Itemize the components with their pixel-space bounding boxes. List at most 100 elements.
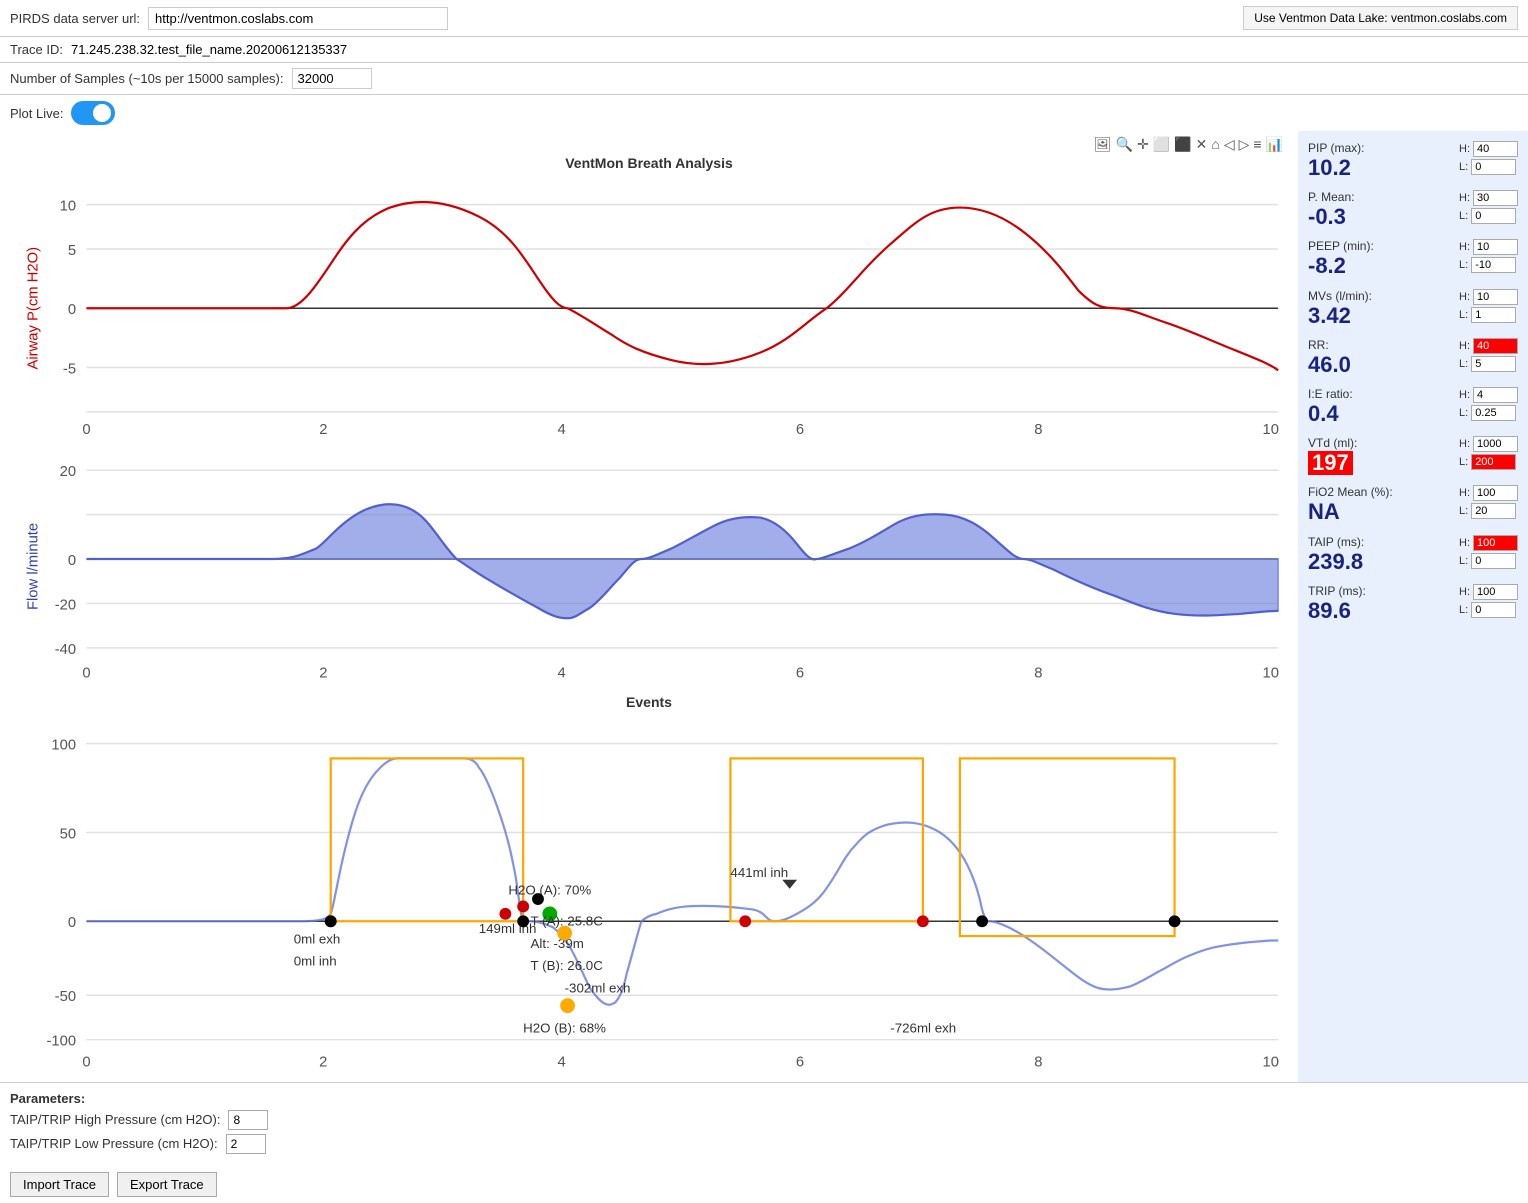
svg-text:8: 8 <box>1034 1055 1042 1070</box>
metric-label-6: VTd (ml): <box>1308 436 1357 450</box>
metric-label-1: P. Mean: <box>1308 190 1354 204</box>
metric-controls-5: H: L: <box>1459 387 1518 421</box>
metric-h-row-4: H: <box>1459 338 1518 354</box>
metric-h-input-7[interactable] <box>1473 485 1518 501</box>
metric-h-input-1[interactable] <box>1473 190 1518 206</box>
svg-text:6: 6 <box>796 1055 804 1070</box>
svg-text:4: 4 <box>558 1055 566 1070</box>
metric-h-label-7: H: <box>1459 487 1470 499</box>
camera-icon[interactable]: 🖼 <box>1094 136 1112 153</box>
metric-l-input-6[interactable] <box>1471 454 1516 470</box>
home-icon[interactable]: ⌂ <box>1211 136 1219 153</box>
svg-text:4: 4 <box>558 666 566 682</box>
plot-live-toggle[interactable] <box>71 101 115 125</box>
metric-l-input-1[interactable] <box>1471 208 1516 224</box>
low-pressure-input[interactable] <box>226 1134 266 1154</box>
metric-l-row-8: L: <box>1459 553 1518 569</box>
metric-h-input-5[interactable] <box>1473 387 1518 403</box>
svg-text:6: 6 <box>796 666 804 682</box>
svg-text:0: 0 <box>68 302 76 318</box>
bar-chart-icon[interactable]: 📊 <box>1266 136 1283 153</box>
metric-value-6: 197 <box>1308 451 1353 475</box>
metric-l-input-7[interactable] <box>1471 503 1516 519</box>
metric-l-label-2: L: <box>1459 259 1468 271</box>
metric-controls-1: H: L: <box>1459 190 1518 224</box>
metric-item-0: PIP (max):10.2H:L: <box>1308 141 1518 180</box>
metric-h-input-0[interactable] <box>1473 141 1518 157</box>
svg-text:-20: -20 <box>55 598 76 614</box>
metric-l-row-6: L: <box>1459 454 1518 470</box>
metric-l-row-5: L: <box>1459 405 1518 421</box>
svg-text:0: 0 <box>68 553 76 569</box>
metric-item-1: P. Mean:-0.3H:L: <box>1308 190 1518 229</box>
trace-label: Trace ID: <box>10 42 63 57</box>
metric-l-input-8[interactable] <box>1471 553 1516 569</box>
metric-l-row-1: L: <box>1459 208 1518 224</box>
plus-icon[interactable]: ✛ <box>1137 136 1149 153</box>
chart-title: VentMon Breath Analysis <box>5 155 1293 171</box>
metric-l-row-7: L: <box>1459 503 1518 519</box>
back-icon[interactable]: ◁ <box>1224 136 1235 153</box>
metric-l-label-8: L: <box>1459 555 1468 567</box>
data-lake-button[interactable]: Use Ventmon Data Lake: ventmon.coslabs.c… <box>1243 6 1518 30</box>
metric-value-2: -8.2 <box>1308 254 1374 278</box>
trace-id-input[interactable] <box>71 42 1518 57</box>
server-label: PIRDS data server url: <box>10 11 140 26</box>
pressure-chart-container: Airway P(cm H2O) 10 5 0 -5 0 2 4 6 8 10 <box>5 175 1293 444</box>
metric-h-input-4[interactable] <box>1473 338 1518 354</box>
metric-h-row-2: H: <box>1459 239 1518 255</box>
metric-h-input-2[interactable] <box>1473 239 1518 255</box>
metric-value-8: 239.8 <box>1308 550 1364 574</box>
svg-text:0: 0 <box>68 916 76 932</box>
low-pressure-row: TAIP/TRIP Low Pressure (cm H2O): <box>10 1134 1518 1154</box>
metric-l-input-4[interactable] <box>1471 356 1516 372</box>
pressure-chart: Airway P(cm H2O) 10 5 0 -5 0 2 4 6 8 10 <box>5 175 1293 441</box>
svg-text:0: 0 <box>82 666 90 682</box>
metric-h-label-4: H: <box>1459 340 1470 352</box>
samples-input[interactable] <box>292 68 372 89</box>
metric-item-7: FiO2 Mean (%):NAH:L: <box>1308 485 1518 524</box>
metric-l-label-3: L: <box>1459 309 1468 321</box>
metric-h-label-9: H: <box>1459 586 1470 598</box>
export-trace-button[interactable]: Export Trace <box>117 1172 217 1197</box>
metric-value-4: 46.0 <box>1308 353 1351 377</box>
metric-h-input-8[interactable] <box>1473 535 1518 551</box>
svg-text:-5: -5 <box>63 361 76 377</box>
plot-live-row: Plot Live: <box>0 95 1528 131</box>
svg-text:-50: -50 <box>55 990 76 1006</box>
high-pressure-input[interactable] <box>228 1110 268 1130</box>
svg-text:10: 10 <box>1263 1055 1279 1070</box>
samples-label: Number of Samples (~10s per 15000 sample… <box>10 71 284 86</box>
import-trace-button[interactable]: Import Trace <box>10 1172 109 1197</box>
metric-h-label-1: H: <box>1459 192 1470 204</box>
forward-icon[interactable]: ▷ <box>1239 136 1250 153</box>
metric-h-row-9: H: <box>1459 584 1518 600</box>
svg-text:Alt: -39m: Alt: -39m <box>531 936 584 951</box>
metric-controls-3: H:L: <box>1459 289 1518 323</box>
svg-text:H2O (A): 70%: H2O (A): 70% <box>508 883 591 898</box>
pan-icon[interactable]: ⬜ <box>1153 136 1170 153</box>
main-content: 🖼 🔍 ✛ ⬜ ⬛ ✕ ⌂ ◁ ▷ ≡ 📊 VentMon Breath Ana… <box>0 131 1528 1082</box>
metric-h-input-9[interactable] <box>1473 584 1518 600</box>
metric-controls-0: H:L: <box>1459 141 1518 175</box>
metric-l-input-2[interactable] <box>1471 257 1516 273</box>
zoom-out-icon[interactable]: ⬛ <box>1174 136 1191 153</box>
metric-l-input-5[interactable] <box>1471 405 1516 421</box>
server-url-input[interactable] <box>148 7 448 30</box>
metric-controls-8: H:L: <box>1459 535 1518 569</box>
metric-l-input-9[interactable] <box>1471 602 1516 618</box>
metric-l-input-0[interactable] <box>1471 159 1516 175</box>
config-icon[interactable]: ≡ <box>1253 136 1261 153</box>
metric-h-input-3[interactable] <box>1473 289 1518 305</box>
metric-h-input-6[interactable] <box>1473 436 1518 452</box>
metric-l-row-4: L: <box>1459 356 1518 372</box>
metric-label-0: PIP (max): <box>1308 141 1364 155</box>
metrics-container: PIP (max):10.2H:L:P. Mean:-0.3H:L:PEEP (… <box>1308 141 1518 623</box>
metric-l-label-5: L: <box>1459 407 1468 419</box>
reset-icon[interactable]: ✕ <box>1196 136 1208 153</box>
svg-text:T (B): 26.0C: T (B): 26.0C <box>531 958 604 973</box>
zoom-icon[interactable]: 🔍 <box>1116 136 1133 153</box>
metric-label-3: MVs (l/min): <box>1308 289 1372 303</box>
metric-h-label-5: H: <box>1459 389 1470 401</box>
metric-l-input-3[interactable] <box>1471 307 1516 323</box>
